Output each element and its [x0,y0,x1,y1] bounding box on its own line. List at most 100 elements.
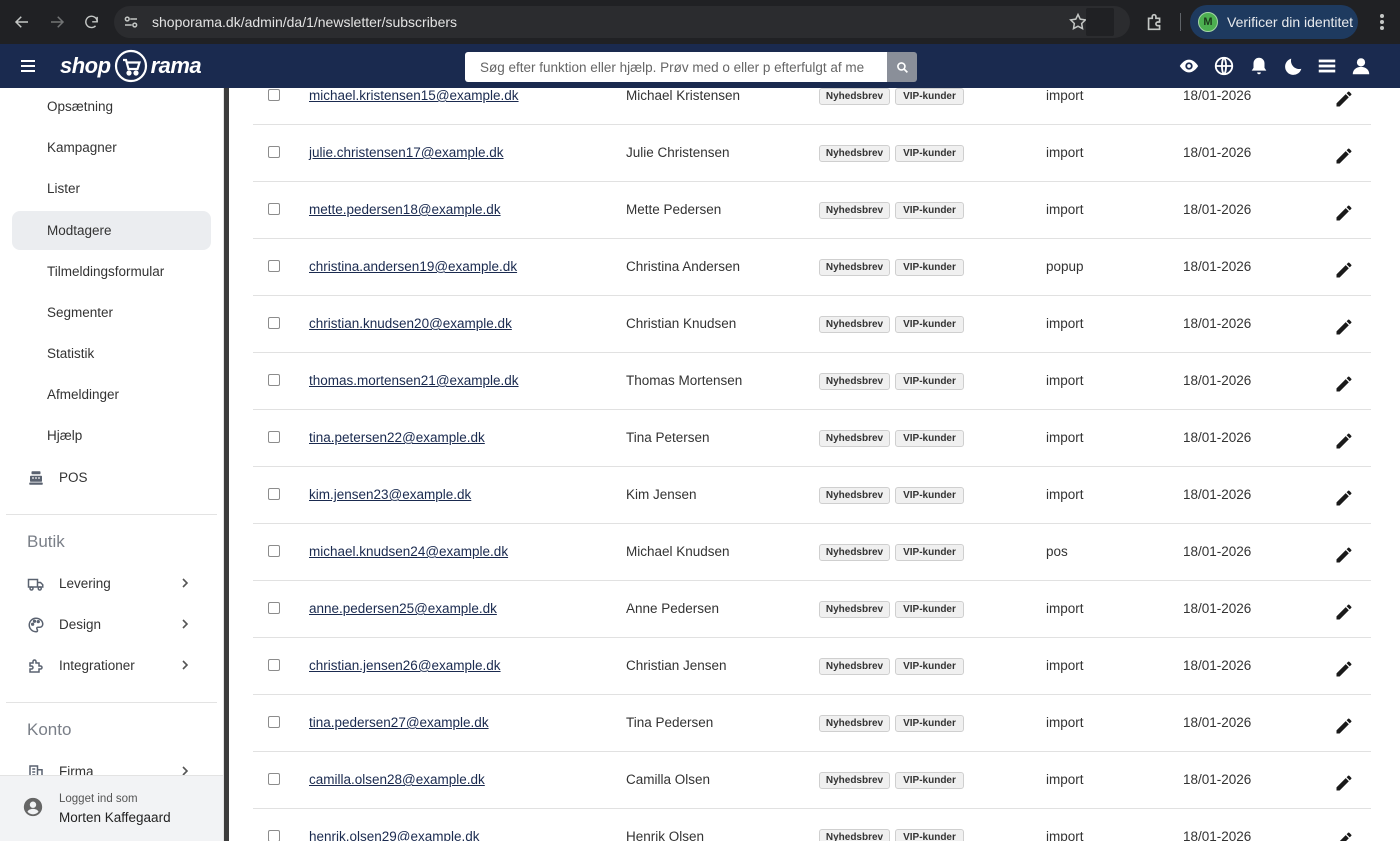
sidebar-item-design[interactable]: Design [12,605,211,644]
row-checkbox[interactable] [268,317,280,329]
subscriber-email-link[interactable]: christian.knudsen20@example.dk [309,316,512,331]
subscriber-email-link[interactable]: mette.pedersen18@example.dk [309,202,501,217]
row-checkbox[interactable] [268,260,280,272]
sidebar-item-hjaelp[interactable]: Hjælp [12,416,211,455]
subscriber-email-link[interactable]: camilla.olsen28@example.dk [309,772,485,787]
subscriber-name: Christian Jensen [626,658,727,673]
subscriber-email-link[interactable]: anne.pedersen25@example.dk [309,601,497,616]
site-info-icon[interactable] [122,13,140,31]
subscriber-email-link[interactable]: tina.petersen22@example.dk [309,430,485,445]
edit-pencil-icon[interactable] [1334,545,1354,565]
list-view-icon[interactable] [1316,55,1338,77]
subscriber-source: import [1046,145,1084,160]
subscriber-email-link[interactable]: julie.christensen17@example.dk [309,145,504,160]
sidebar-item-label: Tilmeldingsformular [47,264,165,279]
kebab-menu-icon[interactable] [1372,11,1392,33]
subscriber-name: Christina Andersen [626,259,741,274]
edit-pencil-icon[interactable] [1334,260,1354,280]
subscriber-name: Camilla Olsen [626,772,711,787]
back-arrow-icon[interactable] [10,10,34,34]
edit-pencil-icon[interactable] [1334,89,1354,109]
address-bar[interactable]: shoporama.dk/admin/da/1/newsletter/subsc… [114,6,1130,38]
subscriber-email-link[interactable]: michael.knudsen24@example.dk [309,544,508,559]
subscriber-email-link[interactable]: henrik.olsen29@example.dk [309,829,480,841]
edit-pencil-icon[interactable] [1334,431,1354,451]
edit-pencil-icon[interactable] [1334,374,1354,394]
row-checkbox[interactable] [268,89,280,101]
edit-pencil-icon[interactable] [1334,659,1354,679]
cart-logo-icon [114,49,147,83]
row-checkbox[interactable] [268,146,280,158]
subscriber-email-link[interactable]: thomas.mortensen21@example.dk [309,373,519,388]
subscriber-email-link[interactable]: christina.andersen19@example.dk [309,259,517,274]
sidebar-item-label: Segmenter [47,305,114,320]
edit-pencil-icon[interactable] [1334,602,1354,622]
subscriber-source: import [1046,715,1084,730]
row-checkbox[interactable] [268,602,280,614]
sidebar-item-kampagner[interactable]: Kampagner [12,128,211,167]
subscriber-name: Anne Pedersen [626,601,720,616]
profile-button[interactable]: M Verificer din identitet [1190,5,1358,39]
sidebar-item-lister[interactable]: Lister [12,169,211,208]
subscriber-name: Michael Kristensen [626,88,741,103]
sidebar-item-pos[interactable]: POS [12,458,211,497]
tag-newsletter: Nyhedsbrev [819,373,890,390]
sidebar-item-tilmeldingsformular[interactable]: Tilmeldingsformular [12,252,211,291]
tag-newsletter: Nyhedsbrev [819,715,890,732]
row-checkbox[interactable] [268,545,280,557]
moon-icon[interactable] [1283,55,1305,77]
edit-pencil-icon[interactable] [1334,716,1354,736]
row-checkbox[interactable] [268,488,280,500]
subscriber-source: import [1046,487,1084,502]
extensions-icon[interactable] [1144,11,1166,33]
row-checkbox[interactable] [268,716,280,728]
subscriber-source: import [1046,316,1084,331]
bell-icon[interactable] [1248,55,1270,77]
shoporama-logo[interactable]: shop rama [60,48,202,84]
bookmark-star-icon[interactable] [1068,12,1088,32]
user-icon[interactable] [1350,55,1372,77]
search-button[interactable] [887,52,917,82]
edit-pencil-icon[interactable] [1334,773,1354,793]
subscriber-email-link[interactable]: kim.jensen23@example.dk [309,487,471,502]
sidebar-item-afmeldinger[interactable]: Afmeldinger [12,375,211,414]
row-checkbox[interactable] [268,659,280,671]
row-checkbox[interactable] [268,773,280,785]
row-checkbox[interactable] [268,830,280,841]
subscriber-email-link[interactable]: tina.pedersen27@example.dk [309,715,489,730]
edit-pencil-icon[interactable] [1334,317,1354,337]
profile-avatar: M [1198,12,1218,32]
subscriber-email-link[interactable]: michael.kristensen15@example.dk [309,88,519,103]
edit-pencil-icon[interactable] [1334,146,1354,166]
row-checkbox[interactable] [268,374,280,386]
section-heading-butik: Butik [27,532,65,551]
row-checkbox[interactable] [268,203,280,215]
sidebar-item-integrationer[interactable]: Integrationer [12,646,211,685]
sidebar-item-opsaetning[interactable]: Opsætning [12,88,211,126]
globe-icon[interactable] [1213,55,1235,77]
sidebar-item-levering[interactable]: Levering [12,564,211,603]
tag-vip-customers: VIP-kunder [895,373,964,390]
sidebar-item-statistik[interactable]: Statistik [12,334,211,373]
subscriber-source: import [1046,772,1084,787]
subscriber-date: 18/01-2026 [1183,658,1252,673]
sidebar-item-modtagere[interactable]: Modtagere [12,211,211,250]
edit-pencil-icon[interactable] [1334,203,1354,223]
subscriber-date: 18/01-2026 [1183,88,1252,103]
eye-icon[interactable] [1178,55,1200,77]
edit-pencil-icon[interactable] [1334,830,1354,841]
reload-icon[interactable] [79,10,103,34]
search-input[interactable] [465,52,887,82]
subscriber-date: 18/01-2026 [1183,601,1252,616]
hamburger-menu-icon[interactable] [18,56,38,76]
table-row: christian.knudsen20@example.dk Christian … [253,296,1371,353]
subscriber-date: 18/01-2026 [1183,544,1252,559]
row-checkbox[interactable] [268,431,280,443]
subscriber-email-link[interactable]: christian.jensen26@example.dk [309,658,501,673]
url-text[interactable]: shoporama.dk/admin/da/1/newsletter/subsc… [152,14,457,30]
sidebar-item-label: Afmeldinger [47,387,120,402]
forward-arrow-icon[interactable] [45,10,69,34]
edit-pencil-icon[interactable] [1334,488,1354,508]
subscriber-date: 18/01-2026 [1183,829,1252,841]
sidebar-item-segmenter[interactable]: Segmenter [12,293,211,332]
